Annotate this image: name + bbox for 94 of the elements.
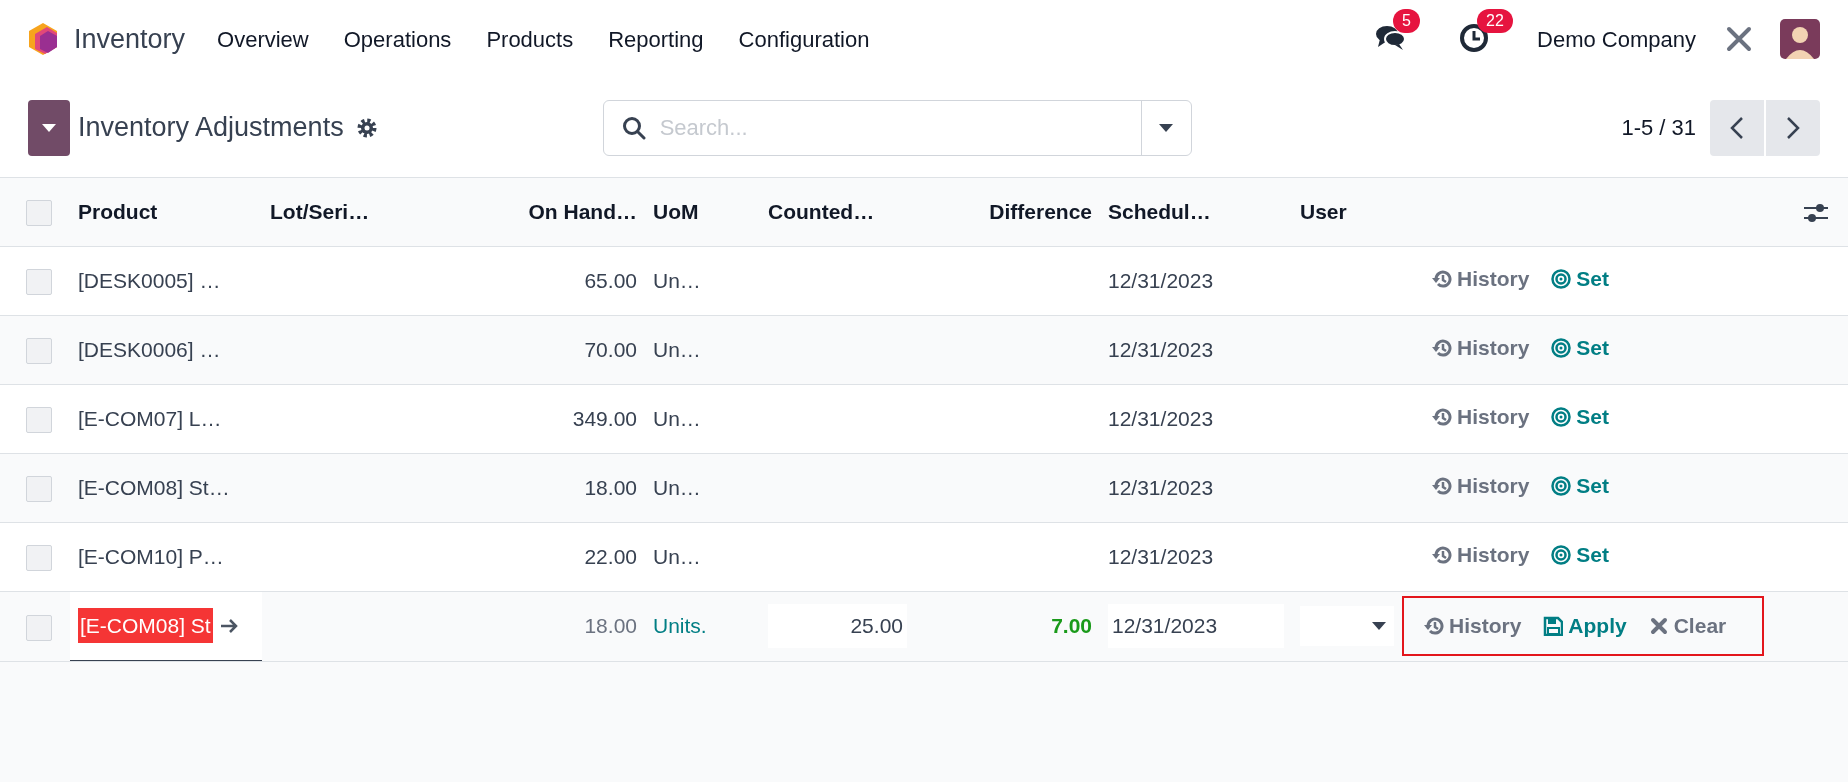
user-select-field[interactable] [1300,606,1394,646]
scheduled-date: 12/31/2023 [1108,337,1214,361]
column-header[interactable]: UoM [653,200,699,223]
on-hand-quantity: 65.00 [584,268,637,292]
menu-item[interactable]: Products [486,22,574,56]
counted-quantity-field[interactable]: 25.00 [768,604,907,648]
menu-item[interactable]: Operations [343,22,452,56]
row-action-link[interactable]: Set [1551,470,1610,502]
target-icon [1551,476,1572,497]
column-header[interactable]: On Hand… [528,200,637,223]
search-icon [621,115,646,140]
product-field[interactable]: [E-COM08] St [70,591,262,661]
select-all-checkbox[interactable] [26,200,52,227]
column-header[interactable]: Lot/Seri… [270,200,370,223]
caret-down-icon [1372,622,1386,630]
row-action-link[interactable]: History [1432,263,1530,295]
scheduled-date: 12/31/2023 [1108,268,1214,292]
row-checkbox[interactable] [26,338,52,365]
scheduled-date: 12/31/2023 [1108,544,1214,568]
row-checkbox[interactable] [26,545,52,572]
app-name[interactable]: Inventory [74,18,186,60]
message-count: 5 [1393,9,1420,33]
chevron-right-icon [1786,115,1800,140]
pager-value: 1-5 / 31 [1621,114,1696,142]
row-checkbox[interactable] [26,476,52,503]
row-checkbox[interactable] [26,269,52,296]
scheduled-date: 12/31/2023 [1108,406,1214,430]
row-action-link[interactable]: Set [1551,263,1610,295]
target-icon [1551,545,1572,566]
menu-item[interactable]: Reporting [608,22,704,56]
on-hand-quantity: 18.00 [584,614,637,638]
company-name[interactable]: Demo Company [1537,22,1696,56]
row-action-link[interactable]: Apply [1543,610,1627,642]
activity-count: 22 [1477,9,1513,33]
next-page-button[interactable] [1766,99,1820,156]
row-checkbox[interactable] [26,407,52,434]
gear-icon[interactable] [355,116,378,139]
row-action-link[interactable]: History [1432,539,1530,571]
row-action-link[interactable]: Clear [1648,610,1727,642]
difference-value: 7.00 [1051,614,1092,638]
history-icon [1432,545,1452,566]
column-header[interactable]: Schedul… [1108,200,1211,223]
history-icon [1424,616,1444,636]
row-checkbox[interactable] [26,614,52,641]
unit-of-measure: Un… [653,544,701,568]
history-icon [1432,338,1452,359]
row-action-link[interactable]: History [1432,332,1530,364]
column-header[interactable]: Difference [989,200,1092,223]
on-hand-quantity: 349.00 [572,406,637,430]
row-action-link[interactable]: History [1424,610,1522,642]
product-name[interactable]: [DESK0006] … [78,337,221,361]
unit-of-measure: Un… [653,268,701,292]
unit-of-measure: Un… [653,337,701,361]
history-icon [1432,407,1452,428]
unit-of-measure[interactable]: Units. [653,614,707,638]
target-icon [1551,338,1572,359]
product-name[interactable]: [E-COM07] L… [78,406,222,430]
previous-page-button[interactable] [1710,99,1764,156]
menu-item[interactable]: Configuration [738,22,870,56]
on-hand-quantity: 22.00 [584,544,637,568]
caret-down-icon [42,123,56,132]
page-title: Inventory Adjustments [78,111,344,145]
product-name[interactable]: [E-COM08] St… [78,475,230,499]
close-icon [1648,616,1669,636]
menu-item[interactable]: Overview [217,22,309,56]
row-action-link[interactable]: History [1432,470,1530,502]
chevron-left-icon [1730,115,1744,140]
product-name[interactable]: [E-COM10] P… [78,544,224,568]
column-header[interactable]: User [1300,200,1347,223]
scheduled-date-field[interactable]: 12/31/2023 [1108,604,1284,648]
column-settings-icon[interactable] [1804,202,1828,225]
row-action-link[interactable]: Set [1551,539,1610,571]
target-icon [1551,269,1572,290]
unit-of-measure: Un… [653,406,701,430]
on-hand-quantity: 70.00 [584,337,637,361]
app-logo-icon[interactable] [28,22,58,56]
caret-down-icon [1159,123,1174,132]
selected-text: [E-COM08] St [78,607,213,644]
scheduled-date: 12/31/2023 [1108,475,1214,499]
history-icon [1432,269,1452,290]
column-header[interactable]: Product [78,200,158,223]
history-icon [1432,476,1452,497]
on-hand-quantity: 18.00 [584,475,637,499]
row-action-link[interactable]: Set [1551,401,1610,433]
target-icon [1551,407,1572,428]
product-name[interactable]: [DESK0005] … [78,268,221,292]
unit-of-measure: Un… [653,475,701,499]
sidebar-toggle-button[interactable] [28,99,70,156]
row-action-link[interactable]: History [1432,401,1530,433]
avatar-icon[interactable] [1780,19,1820,59]
search-bar[interactable]: Search... [602,99,1192,156]
column-header[interactable]: Counted… [768,200,875,223]
row-action-link[interactable]: Set [1551,332,1610,364]
arrow-right-icon[interactable] [218,617,239,634]
